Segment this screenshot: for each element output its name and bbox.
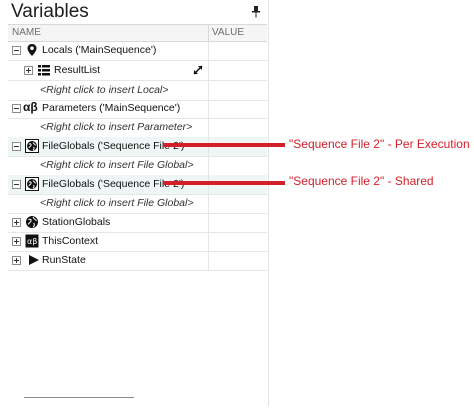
annotation-line-shared xyxy=(163,181,285,185)
column-header-name[interactable]: NAME xyxy=(12,27,41,38)
context-icon: αβ xyxy=(25,234,39,248)
globe-icon xyxy=(26,216,38,228)
tree-row-label: ResultList xyxy=(54,64,101,76)
file-globe-icon xyxy=(25,139,39,153)
insert-hint: <Right click to insert File Global> xyxy=(40,159,194,171)
column-header: NAME VALUE xyxy=(8,24,267,42)
column-separator[interactable] xyxy=(208,25,209,41)
tree-row-label: StationGlobals xyxy=(42,216,111,228)
collapse-toggle[interactable] xyxy=(12,104,21,113)
tree-row-label: Locals ('MainSequence') xyxy=(42,44,157,56)
annotation-line-per-execution xyxy=(163,143,285,147)
tree-row-label: RunState xyxy=(42,254,86,266)
insert-hint: <Right click to insert Parameter> xyxy=(40,121,193,133)
alpha-beta-icon: αβ xyxy=(23,100,38,114)
tree-row-parameters[interactable]: αβ Parameters ('MainSequence') xyxy=(8,99,267,119)
column-header-value[interactable]: VALUE xyxy=(212,27,244,38)
tree-row-fileglobals-shared[interactable]: FileGlobals ('Sequence File 2') xyxy=(8,175,267,195)
tree-row-insert-local[interactable]: <Right click to insert Local> xyxy=(8,81,267,101)
tree-row-resultlist[interactable]: ResultList xyxy=(8,61,267,81)
list-icon xyxy=(38,65,50,76)
resize-diagonal-icon xyxy=(193,65,203,75)
tree-row-stationglobals[interactable]: StationGlobals xyxy=(8,213,267,233)
annotation-per-execution: "Sequence File 2" - Per Execution xyxy=(289,137,470,151)
expand-toggle[interactable] xyxy=(24,66,33,75)
tree-row-locals[interactable]: Locals ('MainSequence') xyxy=(8,41,267,61)
file-globe-icon xyxy=(25,177,39,191)
collapse-toggle[interactable] xyxy=(12,142,21,151)
expand-toggle[interactable] xyxy=(12,256,21,265)
tree-row-insert-parameter[interactable]: <Right click to insert Parameter> xyxy=(8,118,267,138)
location-pin-icon xyxy=(27,44,37,56)
insert-hint: <Right click to insert File Global> xyxy=(40,197,194,209)
tree-row-thiscontext[interactable]: αβ ThisContext xyxy=(8,232,267,252)
play-icon xyxy=(29,255,39,265)
collapse-toggle[interactable] xyxy=(12,180,21,189)
tree-row-fileglobals-per-execution[interactable]: FileGlobals ('Sequence File 2') xyxy=(8,137,267,157)
svg-text:αβ: αβ xyxy=(27,237,37,246)
expand-toggle[interactable] xyxy=(12,218,21,227)
panel-title: Variables xyxy=(11,1,89,22)
tree-row-insert-file-global[interactable]: <Right click to insert File Global> xyxy=(8,194,267,214)
horizontal-scrollbar[interactable] xyxy=(24,397,134,398)
tree-row-runstate[interactable]: RunState xyxy=(8,251,267,271)
collapse-toggle[interactable] xyxy=(12,46,21,55)
tree-row-label: ThisContext xyxy=(42,235,99,247)
insert-hint: <Right click to insert Local> xyxy=(40,84,169,96)
tree-row-label: Parameters ('MainSequence') xyxy=(42,102,181,114)
annotation-shared: "Sequence File 2" - Shared xyxy=(289,174,434,188)
expand-toggle[interactable] xyxy=(12,237,21,246)
pin-icon[interactable] xyxy=(251,6,261,18)
tree-row-insert-file-global[interactable]: <Right click to insert File Global> xyxy=(8,156,267,176)
